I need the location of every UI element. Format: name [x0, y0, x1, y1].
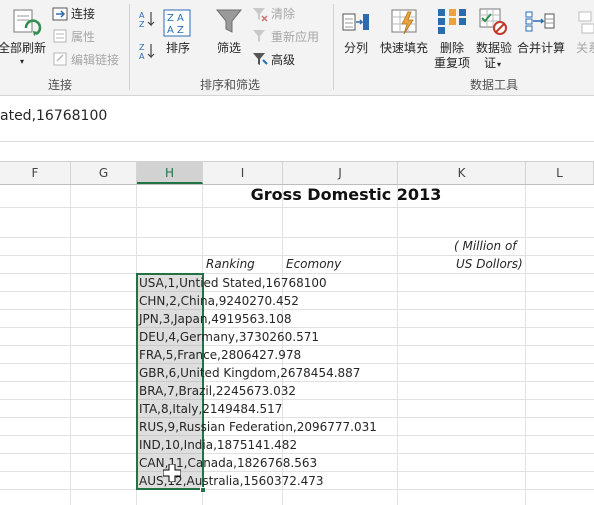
- advanced-button[interactable]: 高级: [271, 52, 295, 68]
- flash-fill-icon[interactable]: [390, 6, 420, 40]
- data-validation-icon[interactable]: [478, 6, 508, 40]
- column-header-j[interactable]: J: [283, 162, 398, 184]
- table-row[interactable]: CHN,2,China,9240270.452: [139, 292, 299, 310]
- sort-button[interactable]: 排序: [166, 40, 190, 56]
- chevron-down-icon[interactable]: ▾: [497, 57, 501, 73]
- formula-bar-content[interactable]: ated,16768100: [0, 108, 107, 124]
- gridline: [0, 399, 594, 400]
- table-row[interactable]: GBR,6,United Kingdom,2678454.887: [139, 364, 360, 382]
- relationships-icon: [578, 8, 594, 40]
- edit-links-icon: [52, 51, 68, 71]
- svg-text:A: A: [139, 52, 145, 60]
- gridline: [0, 207, 594, 208]
- column-header-l[interactable]: L: [526, 162, 594, 184]
- units-note-line2[interactable]: US Dollors): [456, 255, 523, 273]
- chevron-down-icon[interactable]: ▾: [20, 54, 24, 70]
- table-row[interactable]: DEU,4,Germany,3730260.571: [139, 328, 319, 346]
- svg-text:Z: Z: [139, 43, 145, 52]
- reapply-button: 重新应用: [271, 30, 320, 44]
- group-divider: [333, 4, 334, 90]
- flash-fill-button[interactable]: 快速填充: [380, 40, 428, 56]
- table-row[interactable]: USA,1,Untied Stated,16768100: [139, 274, 327, 292]
- table-row[interactable]: ITA,8,Italy,2149484.517: [139, 400, 282, 418]
- refresh-all-icon[interactable]: [8, 6, 42, 44]
- data-tools-group-label: 数据工具: [470, 78, 519, 92]
- table-row[interactable]: JPN,3,Japan,4919563.108: [139, 310, 291, 328]
- clear-button: 清除: [271, 7, 296, 21]
- data-validation-button-line2[interactable]: 证: [484, 55, 496, 71]
- sheet-title[interactable]: Gross Domestic 2013: [138, 185, 554, 205]
- column-header-i[interactable]: I: [203, 162, 283, 184]
- sort-filter-group-label: 排序和筛选: [200, 78, 261, 92]
- sort-ascending-icon[interactable]: AZ: [138, 10, 156, 32]
- formula-bar[interactable]: ated,16768100: [0, 96, 594, 142]
- advanced-filter-icon[interactable]: [252, 51, 268, 71]
- sort-descending-icon[interactable]: ZA: [138, 42, 156, 64]
- properties-button: 属性: [71, 30, 96, 44]
- ranking-header[interactable]: Ranking: [206, 255, 255, 273]
- column-header-f[interactable]: F: [0, 162, 71, 184]
- table-row[interactable]: BRA,7,Brazil,2245673.032: [139, 382, 296, 400]
- filter-button[interactable]: 筛选: [217, 40, 241, 56]
- column-header-g[interactable]: G: [71, 162, 137, 184]
- properties-icon: [52, 28, 68, 48]
- svg-text:A Z: A Z: [167, 25, 184, 36]
- connections-icon[interactable]: [52, 6, 68, 26]
- sort-dialog-icon[interactable]: Z AA Z: [162, 8, 192, 42]
- remove-duplicates-button-line2[interactable]: 重复项: [434, 55, 470, 71]
- relationships-button: 关系: [576, 41, 594, 55]
- column-header-h[interactable]: H: [137, 162, 203, 184]
- edit-links-button: 编辑链接: [71, 53, 120, 67]
- consolidate-button[interactable]: 合并计算: [517, 40, 565, 56]
- consolidate-icon[interactable]: [524, 6, 556, 40]
- text-to-columns-button[interactable]: 分列: [344, 40, 368, 56]
- data-validation-button[interactable]: 数据验: [476, 40, 512, 56]
- table-row[interactable]: FRA,5,France,2806427.978: [139, 346, 301, 364]
- cross-cursor-icon: [162, 463, 182, 486]
- text-to-columns-icon[interactable]: [341, 6, 371, 40]
- table-row[interactable]: IND,10,India,1875141.482: [139, 436, 297, 454]
- ribbon: 全部刷新 ▾ 连接 属性 编辑链接 连接 AZ ZA Z AA Z 排序 筛选 …: [0, 0, 594, 96]
- remove-duplicates-icon[interactable]: [436, 6, 468, 40]
- connections-group-label: 连接: [48, 78, 73, 92]
- remove-duplicates-button[interactable]: 删除: [440, 40, 464, 56]
- clear-filter-icon: [252, 6, 268, 26]
- column-header-k[interactable]: K: [398, 162, 526, 184]
- table-row[interactable]: RUS,9,Russian Federation,2096777.031: [139, 418, 377, 436]
- group-divider: [129, 4, 130, 90]
- economy-header[interactable]: Ecomony: [286, 255, 341, 273]
- svg-text:A: A: [139, 11, 145, 20]
- filter-icon[interactable]: [214, 6, 244, 40]
- svg-text:Z: Z: [139, 20, 145, 28]
- column-header-row: F G H I J K L: [0, 162, 594, 185]
- connections-button[interactable]: 连接: [71, 6, 95, 22]
- svg-text:Z A: Z A: [167, 13, 184, 24]
- name-box-strip: [0, 142, 594, 162]
- units-note-line1[interactable]: ( Million of: [454, 237, 517, 255]
- worksheet-grid[interactable]: Gross Domestic 2013 ( Million of US Doll…: [0, 185, 594, 505]
- reapply-icon: [252, 28, 268, 48]
